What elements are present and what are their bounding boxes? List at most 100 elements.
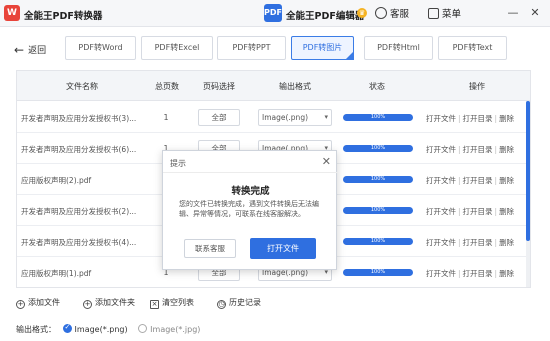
file-name: 应用版权声明(2).pdf [21, 176, 92, 185]
customer-service-label: 客服 [390, 9, 410, 20]
header-actions: 操作 [469, 82, 485, 91]
pdf-editor-logo-icon[interactable]: PDF [264, 4, 282, 22]
divider: | [458, 176, 461, 185]
row-actions: 打开文件 | 打开目录 | 删除 [426, 237, 514, 248]
header-total-pages: 总页数 [155, 82, 179, 91]
tab-pdf-to-text[interactable]: PDF转Text [438, 36, 507, 60]
plus-circle-icon: + [83, 300, 92, 309]
divider: | [494, 145, 498, 154]
customer-service-button[interactable]: 客服 [375, 6, 409, 20]
minimize-button[interactable]: — [506, 6, 520, 20]
conversion-complete-dialog: 提示 ✕ 转换完成 您的文件已转换完成，遇到文件转换后无法编辑、异常等情况，可联… [162, 150, 338, 270]
clear-list-label: 清空列表 [162, 298, 194, 307]
table-header: 文件名称 总页数 页码选择 输出格式 状态 操作 [17, 71, 530, 101]
file-name: 开发者声明及应用分发授权书(6)... [21, 145, 137, 154]
divider: | [458, 114, 461, 123]
open-folder-link[interactable]: 打开目录 [463, 114, 493, 123]
open-file-link[interactable]: 打开文件 [426, 207, 456, 216]
divider: | [494, 114, 498, 123]
progress-text: 100% [370, 207, 386, 213]
divider: | [458, 269, 461, 278]
divider: | [458, 238, 461, 247]
format-option-jpg[interactable]: Image(*.jpg) [138, 324, 201, 334]
app-title: 全能王PDF转换器 [24, 11, 103, 22]
divider: | [494, 269, 498, 278]
header-output-format: 输出格式 [279, 82, 311, 91]
dialog-header: 提示 ✕ [163, 151, 338, 173]
delete-link[interactable]: 删除 [499, 207, 514, 216]
tab-pdf-to-image[interactable]: PDF转图片 [291, 36, 354, 60]
progress-bar: 100% [343, 238, 413, 245]
progress-bar: 100% [343, 114, 413, 121]
progress-text: 100% [370, 269, 386, 275]
open-file-link[interactable]: 打开文件 [426, 145, 456, 154]
contact-service-button[interactable]: 联系客服 [184, 239, 236, 258]
menu-button[interactable]: 菜单 [428, 6, 461, 20]
divider: | [494, 176, 498, 185]
tab-pdf-to-html[interactable]: PDF转Html [364, 36, 433, 60]
file-name: 开发者声明及应用分发授权书(3)... [21, 114, 137, 123]
file-name: 开发者声明及应用分发授权书(2)... [21, 207, 137, 216]
open-folder-link[interactable]: 打开目录 [463, 145, 493, 154]
open-file-button[interactable]: 打开文件 [250, 238, 316, 259]
progress-bar: 100% [343, 269, 413, 276]
row-actions: 打开文件 | 打开目录 | 删除 [426, 206, 514, 217]
open-folder-link[interactable]: 打开目录 [463, 269, 493, 278]
delete-link[interactable]: 删除 [499, 238, 514, 247]
crown-icon: ♛ [357, 8, 367, 18]
pdf-editor-link[interactable]: 全能王PDF编辑器 [286, 8, 364, 22]
delete-link[interactable]: 删除 [499, 269, 514, 278]
divider: | [494, 207, 498, 216]
plus-circle-icon: + [16, 300, 25, 309]
radio-checked-icon [62, 323, 72, 333]
header-status: 状态 [369, 82, 385, 91]
delete-link[interactable]: 删除 [499, 176, 514, 185]
progress-bar: 100% [343, 145, 413, 152]
progress-text: 100% [370, 114, 386, 120]
page-range-button[interactable]: 全部 [198, 109, 240, 126]
open-file-link[interactable]: 打开文件 [426, 176, 456, 185]
table-row[interactable]: 开发者声明及应用分发授权书(3)... 1 全部 Image(.png) ▾ 100% 打开… [17, 102, 530, 133]
row-actions: 打开文件 | 打开目录 | 删除 [426, 175, 514, 186]
output-format-label: 输出格式： [16, 325, 56, 334]
delete-link[interactable]: 删除 [499, 114, 514, 123]
trash-icon: × [150, 300, 159, 309]
open-file-link[interactable]: 打开文件 [426, 269, 456, 278]
arrow-left-icon: ← [14, 43, 25, 57]
open-folder-link[interactable]: 打开目录 [463, 238, 493, 247]
progress-bar: 100% [343, 207, 413, 214]
add-file-button[interactable]: + 添加文件 [16, 297, 60, 309]
header-file-name: 文件名称 [66, 82, 98, 91]
format-option-png[interactable]: Image(*.png) [62, 323, 128, 334]
add-file-label: 添加文件 [28, 298, 60, 307]
tab-pdf-to-excel[interactable]: PDF转Excel [141, 36, 213, 60]
format-select[interactable]: Image(.png) ▾ [258, 109, 332, 126]
progress-text: 100% [370, 176, 386, 182]
format-option-jpg-label: Image(*.jpg) [150, 325, 201, 334]
tab-pdf-to-word[interactable]: PDF转Word [65, 36, 136, 60]
progress-text: 100% [370, 238, 386, 244]
clear-list-button[interactable]: × 清空列表 [150, 297, 194, 309]
radio-unchecked-icon [138, 324, 148, 333]
tab-pdf-to-ppt[interactable]: PDF转PPT [217, 36, 286, 60]
dialog-message: 您的文件已转换完成，遇到文件转换后无法编辑、异常等情况，可联系在线客服解决。 [179, 200, 319, 218]
headset-icon [375, 7, 387, 19]
dialog-title: 提示 [170, 159, 186, 168]
add-folder-button[interactable]: + 添加文件夹 [83, 297, 135, 309]
dialog-close-icon[interactable]: ✕ [322, 155, 331, 168]
row-actions: 打开文件 | 打开目录 | 删除 [426, 113, 514, 124]
progress-text: 100% [370, 145, 386, 151]
file-name: 开发者声明及应用分发授权书(4)... [21, 238, 137, 247]
open-file-link[interactable]: 打开文件 [426, 114, 456, 123]
back-button[interactable]: ← 返回 [14, 43, 46, 57]
delete-link[interactable]: 删除 [499, 145, 514, 154]
header-page-range: 页码选择 [203, 82, 235, 91]
open-folder-link[interactable]: 打开目录 [463, 176, 493, 185]
clock-icon: ◷ [217, 300, 226, 309]
open-file-link[interactable]: 打开文件 [426, 238, 456, 247]
scrollbar-thumb[interactable] [526, 101, 530, 241]
history-button[interactable]: ◷ 历史记录 [217, 297, 261, 309]
close-window-button[interactable]: ✕ [528, 6, 542, 20]
divider: | [458, 145, 461, 154]
open-folder-link[interactable]: 打开目录 [463, 207, 493, 216]
